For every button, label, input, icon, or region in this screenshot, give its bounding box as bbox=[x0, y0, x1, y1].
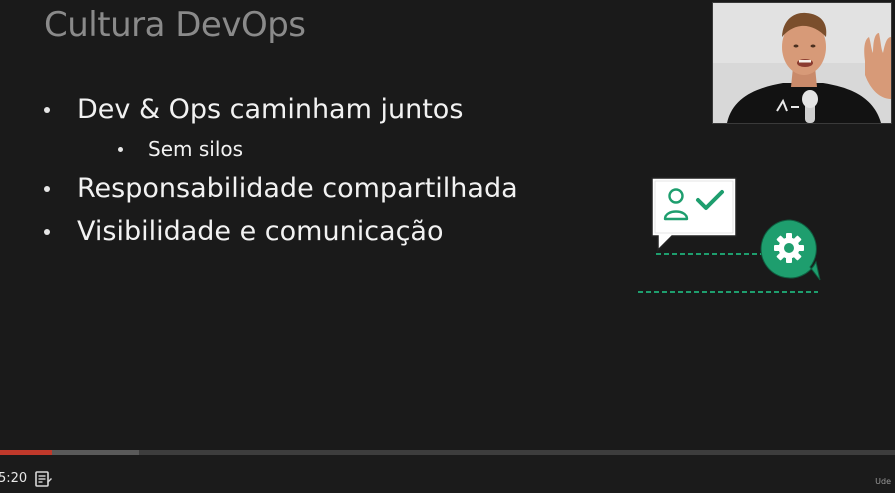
gear-icon bbox=[760, 219, 821, 281]
bullet-text: Dev & Ops caminham juntos bbox=[77, 94, 464, 125]
bullet-item: Responsabilidade compartilhada bbox=[44, 173, 518, 204]
bullet-text: Visibilidade e comunicação bbox=[77, 216, 444, 247]
video-player[interactable]: Cultura DevOps Dev & Ops caminham juntos… bbox=[0, 0, 895, 493]
progress-bar[interactable] bbox=[0, 450, 895, 455]
notes-button[interactable] bbox=[34, 470, 52, 488]
slide: Cultura DevOps Dev & Ops caminham juntos… bbox=[0, 0, 895, 450]
bullet-item: Visibilidade e comunicação bbox=[44, 216, 444, 247]
brand-logo: Ude bbox=[875, 477, 891, 486]
instructor-video-icon bbox=[713, 3, 891, 123]
player-controls: 5:20 Ude bbox=[0, 450, 895, 493]
current-time: 5:20 bbox=[0, 471, 28, 486]
bullet-text: Sem silos bbox=[148, 137, 244, 161]
instructor-webcam bbox=[712, 2, 892, 124]
bullet-dot-icon bbox=[44, 106, 50, 113]
bullet-dot-icon bbox=[44, 228, 50, 235]
bullet-dot-icon bbox=[44, 185, 50, 192]
sub-bullet-item: Sem silos bbox=[118, 137, 243, 161]
bullet-list: Dev & Ops caminham juntos Sem silos Resp… bbox=[0, 0, 640, 300]
user-check-icon bbox=[651, 177, 737, 252]
bullet-item: Dev & Ops caminham juntos bbox=[44, 94, 463, 125]
notes-icon bbox=[35, 471, 52, 487]
bullet-dot-icon bbox=[118, 146, 123, 152]
bullet-text: Responsabilidade compartilhada bbox=[77, 173, 518, 204]
collaboration-illustration bbox=[632, 172, 832, 302]
progress-played bbox=[0, 450, 52, 455]
